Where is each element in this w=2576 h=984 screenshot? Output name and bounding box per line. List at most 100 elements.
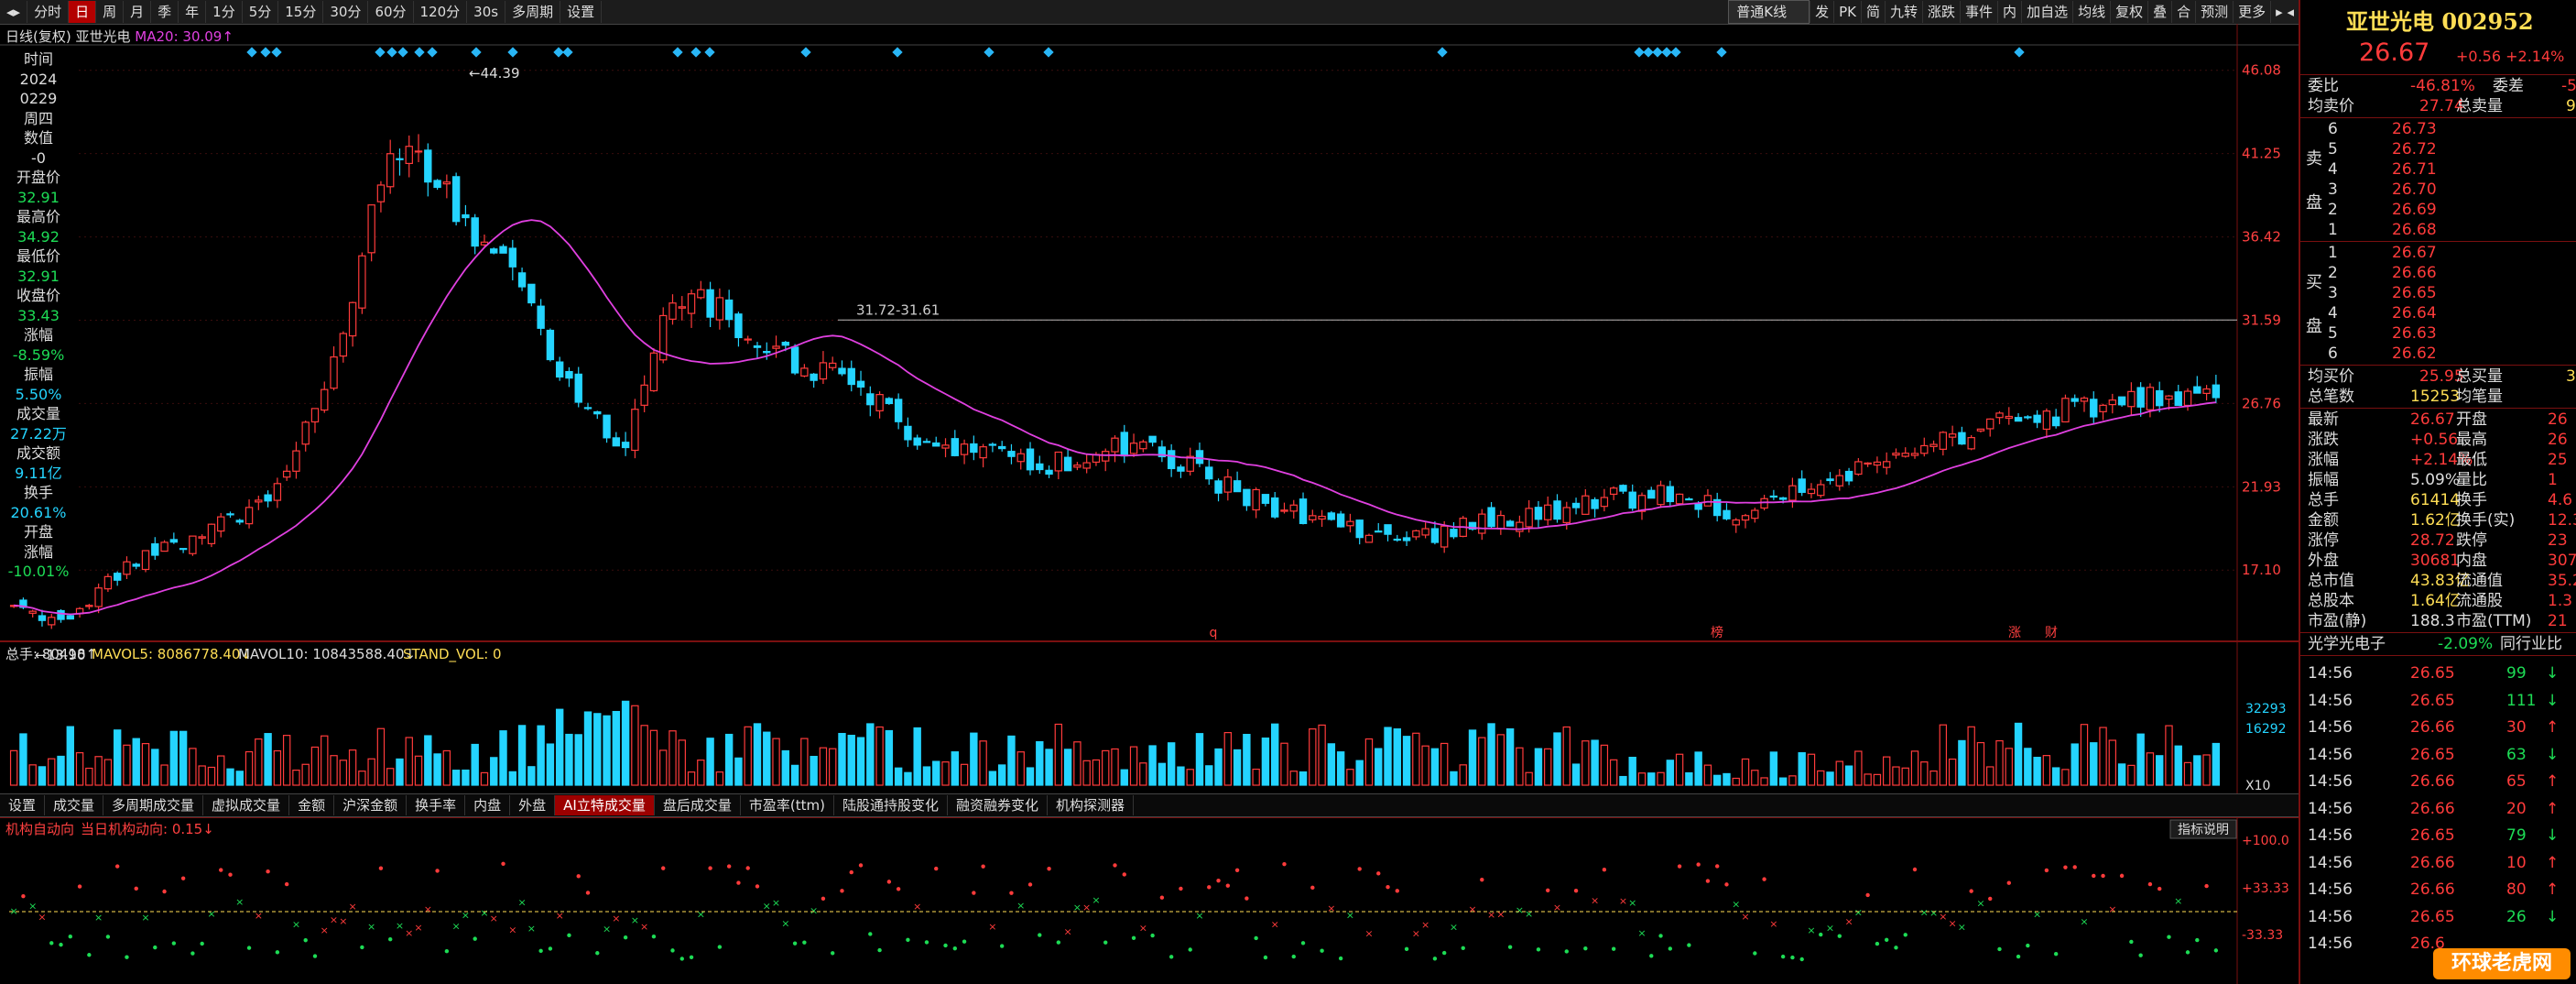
volume-bar xyxy=(1666,760,1675,786)
indicator-tab[interactable]: 内盘 xyxy=(465,795,511,815)
indicator-dot xyxy=(981,864,985,869)
candle-body xyxy=(1892,453,1900,456)
candle-body xyxy=(1375,530,1383,533)
indicator-cross: × xyxy=(1496,908,1505,920)
indicator-dot xyxy=(77,884,82,889)
indicator-dot xyxy=(943,943,948,948)
indicator-dot xyxy=(858,863,864,868)
candle-body xyxy=(1430,528,1440,543)
price-axis-label: 46.08 xyxy=(2242,62,2281,79)
quote-cell: 总笔数 xyxy=(2308,388,2354,406)
candle-body xyxy=(1675,493,1684,505)
volume-bar xyxy=(1327,743,1336,786)
signal-diamond xyxy=(1670,47,1681,58)
indicator-tab[interactable]: 多周期成交量 xyxy=(103,795,204,815)
indicator-tab[interactable]: 市盈率(ttm) xyxy=(741,795,834,815)
indicator-tab[interactable]: 换手率 xyxy=(407,795,466,815)
indicator-cross: × xyxy=(348,901,356,913)
indicator-axis-label: +33.33 xyxy=(2242,881,2289,896)
indicator-tab[interactable]: 沪深金额 xyxy=(334,795,408,815)
indicator-dot xyxy=(1696,862,1701,867)
indicator-tab[interactable]: 外盘 xyxy=(510,795,556,815)
volume-bar xyxy=(724,733,734,786)
indicator-tab[interactable]: 机构探测器 xyxy=(1048,795,1134,815)
volume-bar xyxy=(1534,748,1543,786)
indicator-tab[interactable]: 设置 xyxy=(0,795,46,815)
tick-cell: 14:56 xyxy=(2308,935,2353,953)
volume-bar xyxy=(2127,764,2136,786)
indicator-dot xyxy=(792,941,798,946)
volume-bar xyxy=(997,764,1006,786)
candle-body xyxy=(1205,466,1213,480)
signal-diamond xyxy=(1643,47,1654,58)
volume-bar xyxy=(913,727,921,786)
volume-bar xyxy=(715,771,724,786)
candle-body xyxy=(960,443,969,455)
indicator-tab[interactable]: AI立特成交量 xyxy=(555,795,655,815)
volume-bar xyxy=(2033,757,2041,786)
volume-axis-label: 16292 xyxy=(2245,722,2287,737)
indicator-tab[interactable]: 融资融券变化 xyxy=(948,795,1048,815)
candle-body xyxy=(462,213,470,219)
volume-bar xyxy=(970,732,978,786)
quote-cell: +0.56 xyxy=(2410,431,2459,449)
ask-row: 6 26.73 xyxy=(2300,119,2576,139)
volume-bar xyxy=(179,730,188,786)
volume-bar xyxy=(2174,745,2182,786)
indicator-dot xyxy=(924,940,929,945)
quote-cell: 金额 xyxy=(2308,511,2339,530)
indicator-dot xyxy=(755,884,760,889)
volume-bar xyxy=(678,739,686,786)
candle-body xyxy=(179,548,188,551)
candle-body xyxy=(330,356,338,389)
candle-body xyxy=(1873,461,1882,466)
indicator-tab[interactable]: 盘后成交量 xyxy=(655,795,741,815)
indicator-tab[interactable]: 陆股通持股变化 xyxy=(834,795,948,815)
ma20-line xyxy=(14,219,2216,616)
volume-bar xyxy=(499,730,507,786)
candle-body xyxy=(2090,399,2098,418)
candle-body xyxy=(819,362,828,380)
signal-diamond xyxy=(1661,47,1672,58)
candle-body xyxy=(235,519,244,523)
indicator-dot xyxy=(896,887,901,891)
volume-bar xyxy=(1233,749,1242,786)
volume-bar xyxy=(113,729,122,786)
indicator-tab[interactable]: 虚拟成交量 xyxy=(203,795,290,815)
quote-panel: 亚世光电 002952 26.67 +0.56 +2.14% 委比 -46.81%… xyxy=(2299,0,2576,984)
volume-bar xyxy=(1195,733,1204,786)
stat-row: 涨停 28.72 跌停 23 xyxy=(2300,530,2576,551)
volume-bar xyxy=(1544,748,1552,786)
candle-body xyxy=(1581,495,1590,515)
candle-body xyxy=(1148,435,1157,443)
indicator-dot xyxy=(1207,885,1212,890)
volume-bar xyxy=(226,768,234,786)
indicator-dot xyxy=(849,869,853,875)
indicator-dot xyxy=(567,933,571,938)
volume-bar xyxy=(537,725,545,786)
indicator-tab[interactable]: 金额 xyxy=(289,795,335,815)
signal-diamond xyxy=(2014,47,2025,58)
volume-bar xyxy=(1723,772,1731,786)
candle-body xyxy=(358,255,366,309)
candle-body xyxy=(866,393,875,406)
indicator-dot xyxy=(2167,935,2171,939)
volume-bar xyxy=(2051,767,2060,786)
signal-diamond xyxy=(562,47,573,58)
indicator-tab[interactable]: 成交量 xyxy=(45,795,104,815)
ask-side-label: 卖盘 xyxy=(2306,149,2322,213)
indicator-dot xyxy=(2213,948,2219,953)
indicator-dot xyxy=(2138,953,2143,957)
volume-bar xyxy=(1657,771,1665,786)
kline-chart[interactable]: 46.0841.2536.4231.5926.7621.9317.10× ×× × ×… xyxy=(0,0,2299,984)
indicator-dot xyxy=(661,866,666,870)
candle-body xyxy=(1948,433,1957,438)
indicator-cross: × xyxy=(2108,903,2116,915)
volume-bar xyxy=(1976,741,1985,786)
indicator-cross: × xyxy=(913,901,921,913)
candle-body xyxy=(932,442,940,447)
indicator-dot xyxy=(284,881,289,887)
candle-body xyxy=(1496,515,1505,530)
quote-cell: 1.3 xyxy=(2548,592,2573,610)
indicator-dot xyxy=(275,950,280,955)
